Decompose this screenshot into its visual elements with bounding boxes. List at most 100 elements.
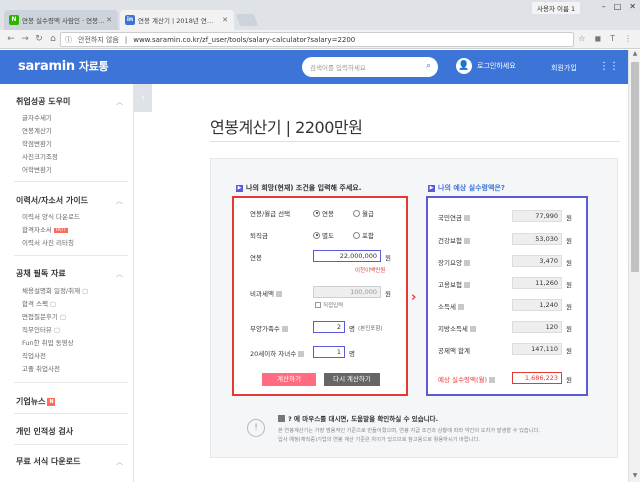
new-tab-button[interactable] — [235, 14, 259, 26]
help-icon[interactable] — [275, 291, 282, 297]
sidebar-item[interactable]: 어학변환기 — [22, 164, 52, 174]
sidebar-item[interactable]: 학점변환기 — [22, 138, 52, 148]
sidebar-item[interactable]: Fun한 취업 동영상 — [22, 337, 74, 347]
info-icon[interactable]: ⓘ — [65, 35, 72, 45]
sidebar-item[interactable]: 글자수세기 — [22, 112, 52, 122]
sidebar-item[interactable]: 직업사전 — [22, 350, 46, 360]
page-scrollbar[interactable]: ▲ ▼ — [628, 50, 640, 482]
unit-label: 원 — [566, 325, 572, 333]
calculate-button[interactable]: 계산하기 — [262, 373, 316, 386]
back-icon[interactable]: ← — [4, 34, 18, 44]
result-label: 건강보험 — [438, 235, 470, 245]
note-line: 입사 예정(재직중)기업의 연봉 계산 기준은 차이가 있으므로 참고용으로 활… — [278, 437, 480, 443]
sidebar-section-title[interactable]: 개인 인적성 검사 — [16, 426, 73, 437]
chevron-right-icon: › — [411, 290, 417, 305]
tab-salary-calculator[interactable]: in 연봉 계산기 | 2018년 연… ✕ — [120, 10, 234, 30]
sidebar-item[interactable]: 사진크기조정 — [22, 151, 58, 161]
login-button[interactable]: 👤 로그인하세요 — [456, 58, 516, 74]
help-icon[interactable] — [281, 326, 288, 332]
divider — [210, 141, 620, 142]
sidebar-section-title[interactable]: 무료 서식 다운로드 — [16, 456, 80, 467]
unit-label: 원 — [566, 281, 572, 289]
minimize-icon[interactable]: – — [602, 2, 606, 11]
arrow-right-icon: ▶ — [236, 184, 243, 192]
help-icon[interactable] — [463, 260, 470, 266]
sidebar-item[interactable]: 연봉계산기 — [22, 125, 52, 135]
unit-label: 원 — [566, 347, 572, 355]
tab-saramin-search[interactable]: N 연봉 실수령액 사람인 · 연봉… ✕ — [4, 10, 118, 30]
maximize-icon[interactable]: □ — [614, 2, 622, 11]
join-button[interactable]: 회원가입 — [551, 63, 577, 73]
speech-bubble-icon: ▢ — [82, 287, 89, 295]
scroll-down-icon[interactable]: ▼ — [629, 472, 640, 482]
hot-badge: HOT — [53, 227, 68, 233]
help-icon[interactable] — [463, 215, 470, 221]
help-icon[interactable] — [457, 304, 464, 310]
dependents-input[interactable]: 2 — [313, 321, 345, 333]
radio-severance-separate[interactable]: 별도 — [313, 230, 334, 240]
help-icon[interactable] — [298, 351, 305, 357]
sidebar-section-title[interactable]: 취업성공 도우미 — [16, 96, 70, 107]
severance-label: 퇴직금 — [250, 232, 268, 240]
sidebar-section-title[interactable]: 기업뉴스 N — [16, 396, 56, 407]
bookmark-star-icon[interactable]: ☆ — [578, 34, 585, 43]
sidebar-item[interactable]: 직무인터뷰 ▢ — [22, 324, 60, 334]
menu-icon[interactable]: ⋮ — [624, 34, 632, 43]
result-label: 소득세 — [438, 301, 464, 311]
salary-input[interactable]: 22,000,000 — [313, 250, 381, 262]
radio-severance-included[interactable]: 포함 — [353, 230, 374, 240]
apps-grid-icon[interactable]: ⋮⋮ — [599, 61, 619, 72]
search-input[interactable]: 검색어를 입력하세요 ⌕ — [302, 57, 438, 77]
recalculate-button[interactable]: 다시 계산하기 — [324, 373, 380, 386]
sidebar-item[interactable]: 합격 스펙 ▢ — [22, 298, 56, 308]
extension-icon[interactable]: ◼ — [594, 34, 601, 43]
children-input[interactable]: 1 — [313, 346, 345, 358]
help-icon[interactable] — [489, 377, 495, 383]
address-bar[interactable]: ⓘ 안전하지 않음 | www.saramin.co.kr/zf_user/to… — [60, 32, 574, 47]
saramin-favicon-icon: in — [125, 15, 135, 25]
naver-favicon-icon: N — [9, 15, 19, 25]
direct-input-checkbox[interactable]: 직접입력 — [315, 301, 343, 309]
sidebar-collapse-button[interactable]: ‹ — [134, 84, 152, 112]
reload-icon[interactable]: ↻ — [32, 34, 46, 44]
divider — [14, 413, 128, 414]
sidebar-item[interactable]: 면접질문후기 ▢ — [22, 311, 66, 321]
sidebar-item[interactable]: 이력서 양식 다운로드 — [22, 211, 80, 221]
sidebar-item[interactable]: 고졸 취업사전 — [22, 363, 60, 373]
result-value: 53,030 — [512, 233, 562, 245]
hangul-amount-link[interactable]: 이천이백만원 — [355, 266, 385, 274]
nontax-label: 비과세액 — [250, 288, 282, 298]
help-icon[interactable] — [469, 326, 476, 332]
help-icon[interactable] — [463, 282, 470, 288]
profile-chip[interactable]: 사용자 이름 1 — [532, 2, 581, 14]
search-icon[interactable]: ⌕ — [426, 61, 431, 71]
chevron-up-icon[interactable]: ︿ — [116, 196, 123, 206]
scroll-thumb[interactable] — [631, 62, 639, 272]
sidebar-item[interactable]: 합격자소서 HOT — [22, 224, 68, 234]
security-label: 안전하지 않음 — [78, 35, 119, 44]
chevron-up-icon[interactable]: ︿ — [116, 97, 123, 107]
saramin-logo[interactable]: saramin 자료통 — [18, 58, 109, 74]
nontax-input[interactable]: 100,000 — [313, 286, 381, 298]
result-value: 1,240 — [512, 299, 562, 311]
translate-icon[interactable]: T — [610, 34, 615, 43]
help-note-title: ? 에 마우스를 대시면, 도움말을 확인하실 수 있습니다. — [278, 413, 438, 423]
result-label: 고용보험 — [438, 279, 470, 289]
close-icon[interactable]: ✕ — [221, 16, 229, 24]
sidebar-section-title[interactable]: 공채 필독 자료 — [16, 268, 66, 279]
chevron-up-icon[interactable]: ︿ — [116, 269, 123, 279]
forward-icon[interactable]: → — [18, 34, 32, 44]
radio-annual[interactable]: 연봉 — [313, 208, 334, 218]
close-icon[interactable]: ✕ — [105, 16, 113, 24]
home-icon[interactable]: ⌂ — [46, 34, 60, 44]
unit-label: 명 — [349, 325, 355, 333]
radio-monthly[interactable]: 월급 — [353, 208, 374, 218]
sidebar-section-title[interactable]: 이력서/자소서 가이드 — [16, 195, 88, 206]
sidebar-item[interactable]: 채용설명회 일정/취재 ▢ — [22, 285, 88, 295]
help-icon[interactable] — [463, 238, 470, 244]
result-value: 3,470 — [512, 255, 562, 267]
scroll-up-icon[interactable]: ▲ — [629, 50, 640, 60]
chevron-up-icon[interactable]: ︿ — [116, 457, 123, 467]
sidebar-item[interactable]: 이력서 사진 리터칭 — [22, 237, 74, 247]
close-window-icon[interactable]: ✕ — [629, 2, 636, 11]
